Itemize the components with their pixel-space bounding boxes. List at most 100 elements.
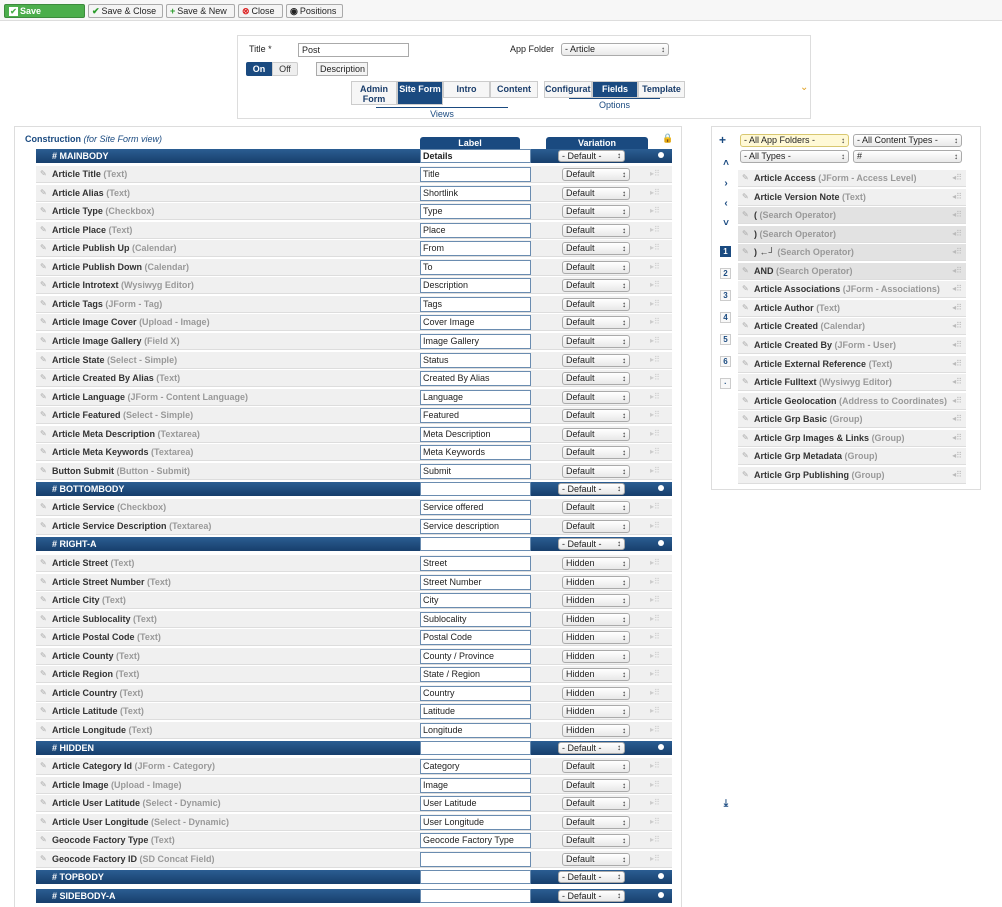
drag-handle-icon[interactable]: ▸⠿ xyxy=(650,632,660,641)
field-variation-select[interactable]: Default xyxy=(562,834,630,848)
field-variation-select[interactable]: Default xyxy=(562,316,630,330)
edit-icon[interactable]: ✎ xyxy=(742,451,749,460)
available-field-item[interactable]: ✎ Article Access (JForm - Access Level) ◂⠿ xyxy=(738,170,966,187)
field-variation-select[interactable]: Default xyxy=(562,778,630,792)
drag-handle-icon[interactable]: ◂⠿ xyxy=(952,192,962,201)
field-variation-select[interactable]: Hidden xyxy=(562,612,630,626)
available-field-item[interactable]: ✎ AND (Search Operator) ◂⠿ xyxy=(738,262,966,280)
field-row[interactable]: ✎ Article City (Text) City Hidden ▸⠿ xyxy=(36,592,672,610)
field-variation-select[interactable]: Default xyxy=(562,852,630,866)
edit-icon[interactable]: ✎ xyxy=(40,336,47,345)
chevron-down-icon[interactable]: ⌄ xyxy=(800,82,808,93)
field-variation-select[interactable]: Default xyxy=(562,297,630,311)
toggle-on[interactable]: On xyxy=(246,62,272,76)
edit-icon[interactable]: ✎ xyxy=(40,817,47,826)
drag-handle-icon[interactable]: ▸⠿ xyxy=(650,577,660,586)
field-variation-select[interactable]: Default xyxy=(562,353,630,367)
edit-icon[interactable]: ✎ xyxy=(742,284,749,293)
field-row[interactable]: ✎ Article Place (Text) Place Default ▸⠿ xyxy=(36,221,672,239)
drag-handle-icon[interactable]: ▸⠿ xyxy=(650,780,660,789)
edit-icon[interactable]: ✎ xyxy=(742,359,749,368)
field-row[interactable]: ✎ Article Image Cover (Upload - Image) Cov… xyxy=(36,314,672,332)
field-variation-select[interactable]: Default xyxy=(562,334,630,348)
drag-handle-icon[interactable]: ▸⠿ xyxy=(650,521,660,530)
edit-icon[interactable]: ✎ xyxy=(40,854,47,863)
field-label-input[interactable]: Category xyxy=(420,759,531,774)
section-variation-select[interactable]: - Default - xyxy=(558,742,625,754)
field-variation-select[interactable]: Default xyxy=(562,464,630,478)
edit-icon[interactable]: ✎ xyxy=(742,210,749,219)
field-row[interactable]: ✎ Article Featured (Select - Simple) Featu… xyxy=(36,407,672,425)
field-variation-select[interactable]: Default xyxy=(562,427,630,441)
available-field-item[interactable]: ✎) ←┘ (Search Operator) ◂⠿ xyxy=(738,244,966,262)
section-label-input[interactable] xyxy=(420,889,531,903)
number-button[interactable]: 4 xyxy=(720,312,731,323)
edit-icon[interactable]: ✎ xyxy=(742,247,749,256)
edit-icon[interactable]: ✎ xyxy=(40,169,47,178)
field-label-input[interactable]: Type xyxy=(420,204,531,220)
field-label-input[interactable]: City xyxy=(420,593,531,609)
field-label-input[interactable]: Featured xyxy=(420,408,531,424)
drag-handle-icon[interactable]: ▸⠿ xyxy=(650,854,660,863)
field-label-input[interactable]: Geocode Factory Type xyxy=(420,833,531,849)
drag-handle-icon[interactable]: ▸⠿ xyxy=(650,614,660,623)
drag-handle-icon[interactable]: ▸⠿ xyxy=(650,299,660,308)
drag-handle-icon[interactable]: ▸⠿ xyxy=(650,761,660,770)
toggle-off[interactable]: Off xyxy=(272,62,298,76)
drag-handle-icon[interactable]: ◂⠿ xyxy=(952,229,962,238)
edit-icon[interactable]: ✎ xyxy=(742,266,749,275)
drag-handle-icon[interactable]: ◂⠿ xyxy=(952,340,962,349)
field-variation-select[interactable]: Default xyxy=(562,519,630,533)
drag-handle-icon[interactable]: ▸⠿ xyxy=(650,336,660,345)
section-variation-select[interactable]: - Default - xyxy=(558,890,625,902)
edit-icon[interactable]: ✎ xyxy=(742,396,749,405)
edit-icon[interactable]: ✎ xyxy=(40,317,47,326)
drag-handle-icon[interactable]: ▸⠿ xyxy=(650,317,660,326)
tab-intro[interactable]: Intro xyxy=(443,81,490,98)
drag-handle-icon[interactable]: ▸⠿ xyxy=(650,447,660,456)
edit-icon[interactable]: ✎ xyxy=(40,798,47,807)
field-row[interactable]: ✎ Article Introtext (Wysiwyg Editor) Descr… xyxy=(36,277,672,295)
field-label-input[interactable]: Description xyxy=(420,278,531,294)
field-variation-select[interactable]: Hidden xyxy=(562,668,630,682)
available-field-item[interactable]: ✎ Article Created By (JForm - User) ◂⠿ xyxy=(738,336,966,354)
section-variation-select[interactable]: - Default - xyxy=(558,871,625,883)
field-row[interactable]: ✎ Article User Longitude (Select - Dynami… xyxy=(36,813,672,831)
edit-icon[interactable]: ✎ xyxy=(742,433,749,442)
edit-icon[interactable]: ✎ xyxy=(742,192,749,201)
field-row[interactable]: ✎ Article Meta Description (Textarea) Meta… xyxy=(36,425,672,443)
drag-handle-icon[interactable]: ◂⠿ xyxy=(952,321,962,330)
section-toggle-icon[interactable] xyxy=(658,873,664,879)
edit-icon[interactable]: ✎ xyxy=(40,725,47,734)
field-variation-select[interactable]: Hidden xyxy=(562,594,630,608)
field-row[interactable]: ✎ Article Latitude (Text) Latitude Hidden ▸⠿ xyxy=(36,703,672,721)
field-row[interactable]: ✎ Article User Latitude (Select - Dynamic… xyxy=(36,795,672,813)
available-field-item[interactable]: ✎ Article Grp Metadata (Group) ◂⠿ xyxy=(738,448,966,466)
tab-fields[interactable]: Fields xyxy=(592,81,638,98)
field-row[interactable]: ✎ Article Postal Code (Text) Postal Code Hi… xyxy=(36,629,672,647)
arrow-right-icon[interactable]: › xyxy=(720,178,732,189)
edit-icon[interactable]: ✎ xyxy=(742,377,749,386)
tab-configuration[interactable]: Configurati xyxy=(544,81,592,98)
edit-icon[interactable]: ✎ xyxy=(40,280,47,289)
available-field-item[interactable]: ✎ Article Grp Basic (Group) ◂⠿ xyxy=(738,411,966,429)
available-field-item[interactable]: ✎ Article Associations (JForm - Associati… xyxy=(738,281,966,299)
field-label-input[interactable]: Cover Image xyxy=(420,315,531,331)
section-header[interactable]: # SIDEBODY-A - Default - xyxy=(36,889,672,903)
drag-handle-icon[interactable]: ◂⠿ xyxy=(952,470,962,479)
drag-handle-icon[interactable]: ▸⠿ xyxy=(650,669,660,678)
drag-handle-icon[interactable]: ◂⠿ xyxy=(952,414,962,423)
drag-handle-icon[interactable]: ▸⠿ xyxy=(650,798,660,807)
edit-icon[interactable]: ✎ xyxy=(40,688,47,697)
drag-handle-icon[interactable]: ▸⠿ xyxy=(650,355,660,364)
available-field-item[interactable]: ✎ Article Created (Calendar) ◂⠿ xyxy=(738,318,966,336)
field-label-input[interactable]: Title xyxy=(420,167,531,182)
field-variation-select[interactable]: Hidden xyxy=(562,631,630,645)
drag-handle-icon[interactable]: ◂⠿ xyxy=(952,284,962,293)
section-variation-select[interactable]: - Default - xyxy=(558,538,625,550)
field-row[interactable]: ✎ Article Title (Text) Title Default ▸⠿ xyxy=(36,166,672,183)
field-row[interactable]: ✎ Article Longitude (Text) Longitude Hidden… xyxy=(36,721,672,739)
edit-icon[interactable]: ✎ xyxy=(742,229,749,238)
edit-icon[interactable]: ✎ xyxy=(40,410,47,419)
drag-handle-icon[interactable]: ◂⠿ xyxy=(952,173,962,182)
